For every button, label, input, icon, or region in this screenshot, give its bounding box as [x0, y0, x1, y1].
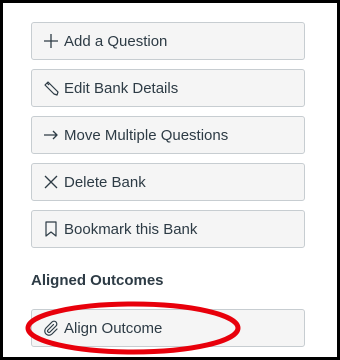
delete-bank-button[interactable]: Delete Bank: [31, 163, 305, 201]
move-multiple-questions-button[interactable]: Move Multiple Questions: [31, 116, 305, 154]
bookmark-bank-button[interactable]: Bookmark this Bank: [31, 210, 305, 248]
plus-icon: [42, 32, 60, 50]
edit-bank-details-label: Edit Bank Details: [64, 79, 179, 97]
paperclip-icon: [42, 319, 60, 337]
add-question-button[interactable]: Add a Question: [31, 22, 305, 60]
align-outcome-button[interactable]: Align Outcome: [31, 309, 305, 347]
aligned-outcomes-heading: Aligned Outcomes: [31, 272, 164, 289]
add-question-label: Add a Question: [64, 32, 168, 50]
pencil-icon: [42, 79, 60, 97]
bookmark-bank-label: Bookmark this Bank: [64, 220, 198, 238]
bookmark-icon: [42, 220, 60, 238]
x-icon: [42, 173, 60, 191]
move-multiple-questions-label: Move Multiple Questions: [64, 126, 229, 144]
edit-bank-details-button[interactable]: Edit Bank Details: [31, 69, 305, 107]
arrow-right-icon: [42, 126, 60, 144]
delete-bank-label: Delete Bank: [64, 173, 146, 191]
align-outcome-label: Align Outcome: [64, 319, 163, 337]
